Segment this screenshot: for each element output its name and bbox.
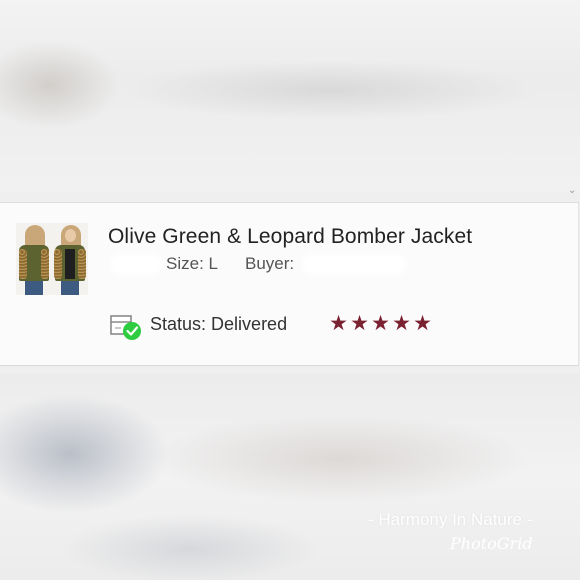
status-value: Delivered [211,314,288,334]
star-icon: ★ [392,312,411,335]
item-title[interactable]: Olive Green & Leopard Bomber Jacket [108,225,472,249]
star-icon: ★ [413,312,432,335]
star-icon: ★ [350,312,369,335]
watermark-logo: PhotoGrid [450,534,533,553]
watermark-text: - Harmony In Nature - [368,510,533,529]
chevron-icon: ⌄ [568,185,577,196]
star-icon: ★ [329,312,348,335]
package-delivered-icon [109,313,143,341]
rating-stars: ★ ★ ★ ★ ★ [328,313,433,335]
order-card[interactable]: Olive Green & Leopard Bomber Jacket Size… [0,202,579,366]
model-back-view [17,223,51,295]
blurred-background-top [0,0,580,192]
size-label: Size: L [166,254,218,273]
star-icon: ★ [371,312,390,335]
buyer-label: Buyer: [245,254,295,273]
redacted-seller-name [114,258,158,271]
product-thumbnail[interactable] [16,223,88,295]
status-label: Status: [150,314,207,334]
model-front-view [53,223,87,295]
status-line: Status: Delivered [150,314,287,335]
redacted-buyer-name [306,258,402,271]
